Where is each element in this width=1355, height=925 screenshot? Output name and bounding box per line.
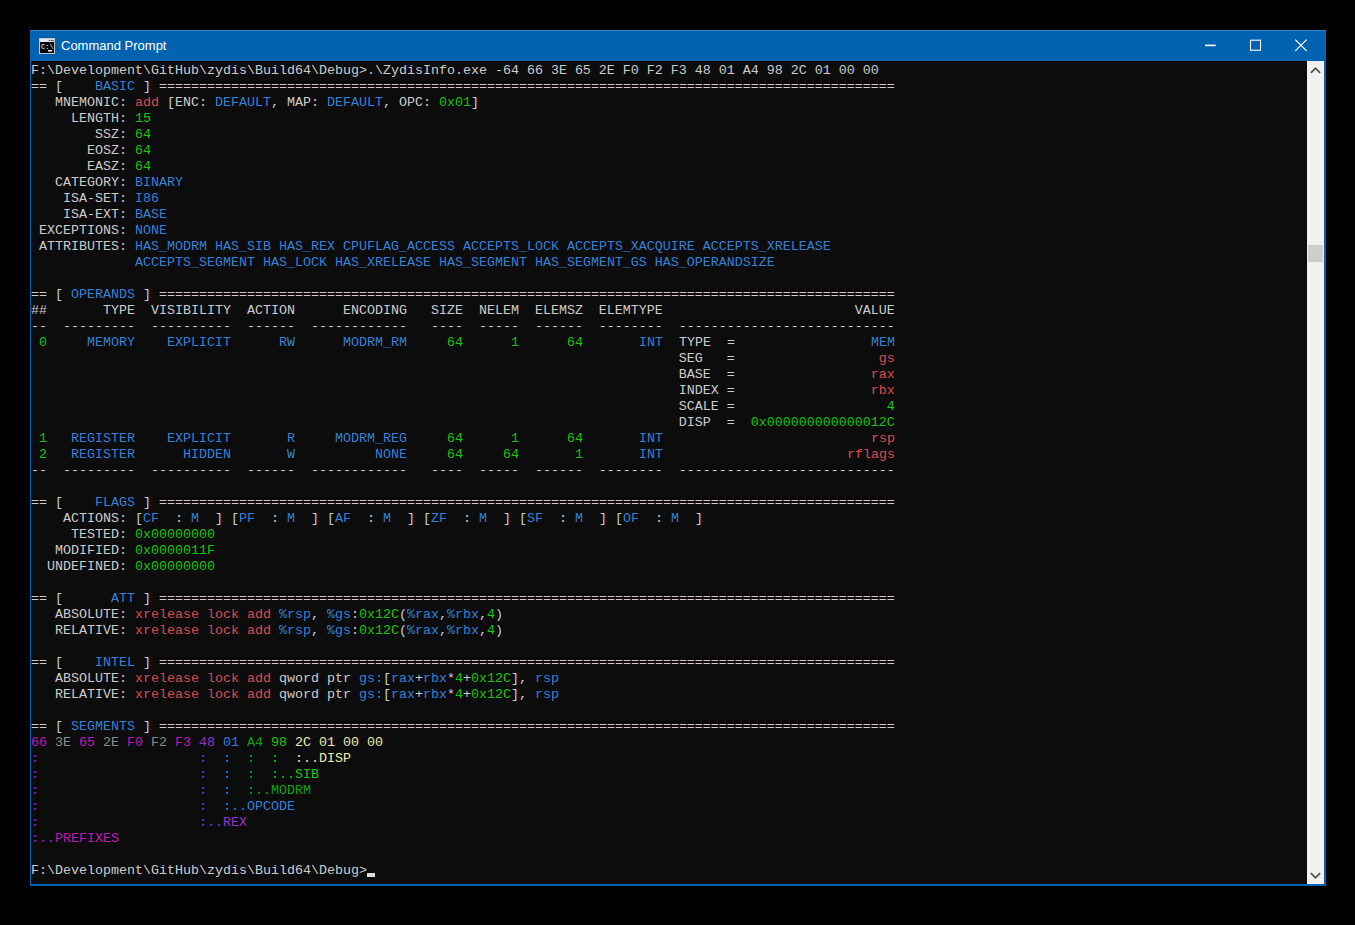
svg-text:C:\: C:\ bbox=[41, 43, 54, 51]
